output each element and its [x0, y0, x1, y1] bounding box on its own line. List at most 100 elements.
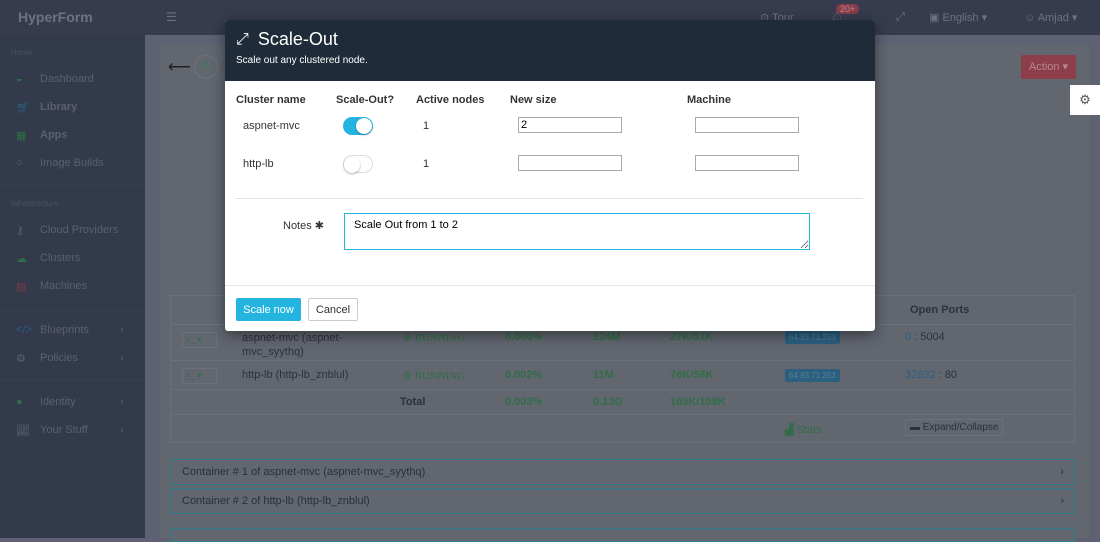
- chevron-right-icon: ›: [120, 352, 124, 364]
- accordion-title: Container # 1 of aspnet-mvc (aspnet-mvc_…: [182, 466, 426, 478]
- table-row: >_ ▾ http-lb (http-lb_znblul) ⚙ RUNNING …: [171, 360, 1074, 390]
- accordion-container-2[interactable]: Container # 2 of http-lb (http-lb_znblul…: [170, 488, 1075, 514]
- modal-title: Scale-Out: [257, 29, 338, 49]
- notes-textarea[interactable]: Scale Out from 1 to 2: [344, 213, 810, 250]
- cluster-name: aspnet-mvc: [243, 120, 300, 132]
- circle-icon: ○: [16, 157, 23, 169]
- hamburger-menu-icon[interactable]: ☰: [166, 10, 177, 24]
- new-size-input[interactable]: [518, 155, 622, 171]
- status-label: RUNNING: [414, 370, 466, 382]
- cancel-button[interactable]: Cancel: [308, 298, 358, 321]
- header-new-size: New size: [510, 94, 557, 106]
- total-memory: 0.13G: [593, 396, 623, 408]
- brand-logo[interactable]: HyperForm: [18, 9, 93, 25]
- language-label: English: [942, 12, 979, 24]
- grid-icon: ▦: [16, 129, 27, 142]
- cart-icon: 🛒︎: [16, 101, 30, 114]
- sidebar-item-label: Cloud Providers: [40, 224, 119, 236]
- sidebar-item-label: Apps: [40, 129, 68, 141]
- key-icon: ⚷: [16, 224, 25, 237]
- status: ⚙ RUNNING: [402, 332, 466, 344]
- sidebar-item-clusters[interactable]: ☁ Clusters: [16, 250, 80, 266]
- expand-arrows-icon: ⤢: [236, 30, 249, 48]
- user-icon: ●: [16, 396, 23, 408]
- header-cluster-name: Cluster name: [236, 94, 306, 106]
- sidebar-item-label: Machines: [40, 280, 88, 292]
- area-chart-icon: ▟: [785, 424, 797, 436]
- sidebar-item-your-stuff[interactable]: 📈︎ Your Stuff ›: [16, 422, 145, 438]
- scale-out-toggle[interactable]: [343, 155, 373, 173]
- sidebar-item-label: Policies: [40, 352, 78, 364]
- chart-icon: 📈︎: [16, 424, 30, 437]
- sidebar-item-apps[interactable]: ▦ Apps: [16, 127, 68, 143]
- total-label: Total: [400, 396, 426, 408]
- accordion-title: Container # 2 of http-lb (http-lb_znblul…: [182, 495, 370, 507]
- port-link[interactable]: 32832: [905, 369, 936, 381]
- toggle-knob: [344, 157, 360, 173]
- expand-label: Expand/Collapse: [922, 422, 999, 433]
- active-nodes: 1: [423, 120, 430, 132]
- ip-badge: 64.93.71.253: [785, 369, 840, 382]
- memory: 11M: [593, 369, 614, 381]
- total-network: 103K/109K: [670, 396, 726, 408]
- user-dropdown[interactable]: ☺ Amjad ▾: [1024, 11, 1077, 24]
- toggle-knob: [356, 118, 372, 134]
- scale-out-modal: ⤢ Scale-Out Scale out any clustered node.…: [225, 20, 875, 331]
- folder-icon: ▬: [910, 422, 923, 433]
- modal-header: ⤢ Scale-Out Scale out any clustered node.: [225, 20, 875, 81]
- sidebar-item-machines[interactable]: ▤ Machines: [16, 278, 87, 294]
- sidebar-section-home: Home: [11, 48, 33, 57]
- header-machine: Machine: [687, 94, 732, 106]
- settings-gear-button[interactable]: ⚙: [1070, 85, 1100, 115]
- header-scale-out: Scale-Out?: [336, 94, 395, 106]
- ports: 0 : 5004: [905, 331, 945, 343]
- expand-collapse-button[interactable]: ▬ Expand/Collapse: [905, 419, 1004, 436]
- language-dropdown[interactable]: ▣ English ▾: [929, 11, 987, 24]
- scale-now-button[interactable]: Scale now: [236, 298, 301, 321]
- refresh-icon: ⟳: [201, 61, 211, 73]
- machine-input[interactable]: [695, 117, 799, 133]
- user-label: Amjad: [1037, 12, 1069, 24]
- port: : 80: [938, 369, 958, 381]
- cloud-icon: ☁: [16, 252, 27, 265]
- sidebar-item-identity[interactable]: ● Identity ›: [16, 394, 145, 410]
- sidebar-item-image-builds[interactable]: ○ Image Builds: [16, 155, 104, 171]
- memory: 124M: [593, 331, 621, 343]
- divider: [0, 380, 145, 381]
- terminal-button[interactable]: >_ ▾: [182, 368, 217, 384]
- stats-link[interactable]: ▟ Stats: [785, 423, 822, 436]
- accordion-container-1[interactable]: Container # 1 of aspnet-mvc (aspnet-mvc_…: [170, 459, 1075, 485]
- network: 76K/58K: [670, 369, 714, 381]
- ip-badge: 64.93.71.253: [785, 331, 840, 344]
- status-label: RUNNING: [414, 332, 466, 344]
- back-arrow-icon[interactable]: ⟵: [168, 57, 191, 77]
- ports: 32832 : 80: [905, 369, 957, 381]
- sidebar-item-policies[interactable]: ⚙ Policies ›: [16, 350, 145, 366]
- cpu: 0.002%: [505, 369, 543, 381]
- total-row: Total 0.003% 0.13G 103K/109K: [171, 389, 1074, 415]
- sidebar-section-infrastructure: Infrastructure: [11, 199, 59, 208]
- server-icon: ▤: [16, 280, 27, 293]
- header-active-nodes: Active nodes: [416, 94, 485, 106]
- divider: [0, 185, 145, 186]
- terminal-button[interactable]: >_ ▾: [182, 332, 217, 348]
- cluster-name: http-lb: [243, 158, 274, 170]
- sidebar-item-dashboard[interactable]: ◒ Dashboard: [16, 71, 94, 87]
- notification-badge: 20+: [836, 4, 860, 14]
- sidebar-item-blueprints[interactable]: </> Blueprints ›: [16, 322, 145, 338]
- sidebar-item-cloud-providers[interactable]: ⚷ Cloud Providers: [16, 222, 118, 238]
- table-footer: ▟ Stats ▬ Expand/Collapse: [171, 414, 1074, 442]
- new-size-input[interactable]: [518, 117, 622, 133]
- port-link[interactable]: 0: [905, 331, 911, 343]
- sidebar-item-library[interactable]: 🛒︎ Library: [16, 99, 77, 115]
- action-dropdown[interactable]: Action ▾: [1021, 55, 1076, 79]
- refresh-button[interactable]: ⟳: [194, 55, 218, 79]
- machine-input[interactable]: [695, 155, 799, 171]
- accordion-partial[interactable]: [170, 528, 1075, 542]
- status: ⚙ RUNNING: [402, 370, 466, 382]
- sidebar-item-label: Library: [40, 101, 78, 113]
- code-icon: </>: [16, 324, 32, 336]
- scale-out-toggle[interactable]: [343, 117, 373, 135]
- sidebar: Home ◒ Dashboard 🛒︎ Library ▦ Apps ○ Image B…: [0, 35, 145, 538]
- fullscreen-icon[interactable]: ⤢: [896, 11, 905, 24]
